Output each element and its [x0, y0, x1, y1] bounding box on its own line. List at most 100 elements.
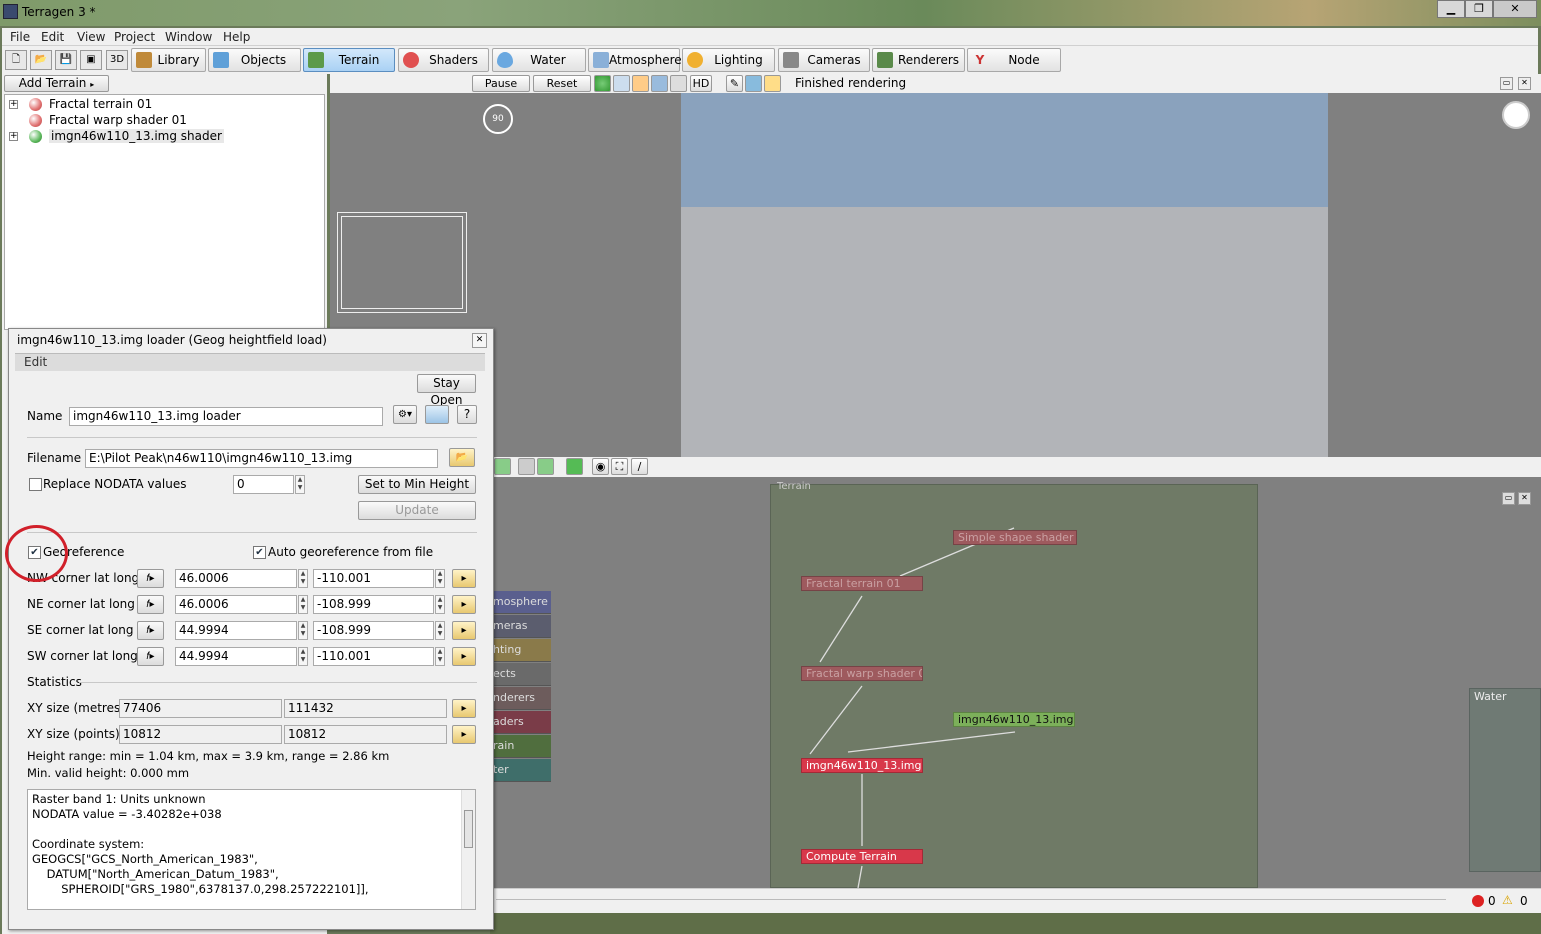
replace-nodata-checkbox[interactable] — [29, 478, 42, 491]
node-water-group[interactable]: Water — [1469, 688, 1541, 872]
maximize-button[interactable]: ❐ — [1465, 0, 1493, 18]
update-button[interactable]: Update — [358, 501, 476, 520]
se-lat-field[interactable]: 44.9994 — [175, 621, 297, 640]
node-img-shader[interactable]: imgn46w110_13.img s... — [801, 758, 923, 773]
3d-preview-icon[interactable]: 3D — [106, 50, 128, 70]
nw-lat-field[interactable]: 46.0006 — [175, 569, 297, 588]
sw-long-spinner[interactable]: ▲ ▼ — [435, 647, 445, 666]
brush-icon[interactable]: ✎ — [726, 75, 743, 92]
tab-terrain[interactable]: Terrain — [303, 48, 395, 72]
info-scrollbar[interactable] — [461, 790, 475, 909]
paste-icon[interactable]: ▸ — [452, 647, 476, 666]
navigation-gizmo-icon[interactable] — [1502, 101, 1530, 129]
nw-long-field[interactable]: -110.001 — [313, 569, 434, 588]
ne-long-spinner[interactable]: ▲ ▼ — [435, 595, 445, 614]
set-min-height-button[interactable]: Set to Min Height — [358, 475, 476, 494]
preview-terrain-icon[interactable] — [494, 458, 511, 475]
xy-metres-y-field[interactable]: 111432 — [284, 699, 447, 718]
hd-button[interactable]: HD — [690, 75, 712, 92]
preview-camera-icon[interactable] — [518, 458, 535, 475]
copy-icon[interactable]: ▸ — [452, 699, 476, 718]
atmosphere-preview-icon[interactable] — [670, 75, 687, 92]
cloud-icon[interactable] — [613, 75, 630, 92]
xy-points-y-field[interactable]: 10812 — [284, 725, 447, 744]
close-window-button[interactable]: ✕ — [1493, 0, 1537, 18]
expression-icon[interactable]: 𝑓▸ — [137, 595, 164, 614]
paste-icon[interactable]: ▸ — [452, 569, 476, 588]
category-cameras[interactable]: meras — [490, 615, 551, 638]
category-shaders[interactable]: aders — [490, 711, 551, 734]
tree-item-fractal-warp[interactable]: Fractal warp shader 01 — [9, 113, 309, 129]
sw-lat-field[interactable]: 44.9994 — [175, 647, 297, 666]
node-fractal-terrain[interactable]: Fractal terrain 01 — [801, 576, 923, 591]
sw-lat-spinner[interactable]: ▲ ▼ — [298, 647, 308, 666]
refresh-icon[interactable] — [566, 458, 583, 475]
expression-icon[interactable]: 𝑓▸ — [137, 621, 164, 640]
eye-icon[interactable]: ◉ — [592, 458, 609, 475]
open-file-icon[interactable]: 📂 — [30, 50, 52, 70]
se-lat-spinner[interactable]: ▲ ▼ — [298, 621, 308, 640]
node-fractal-warp[interactable]: Fractal warp shader 01 — [801, 666, 923, 681]
settings-gear-icon[interactable]: ⚙▾ — [393, 405, 417, 424]
error-icon[interactable] — [1472, 895, 1484, 907]
tab-node-network[interactable]: YNode Network — [967, 48, 1061, 89]
menu-view[interactable]: View — [77, 30, 105, 44]
tab-lighting[interactable]: Lighting — [682, 48, 775, 72]
viewport-close-icon[interactable]: ✕ — [1518, 77, 1531, 90]
add-terrain-button[interactable]: Add Terrain ▸ — [4, 75, 109, 92]
raster-info-textbox[interactable]: Raster band 1: Units unknown NODATA valu… — [27, 789, 476, 910]
category-lighting[interactable]: hting — [490, 639, 551, 662]
node-img-loader[interactable]: imgn46w110_13.img l... — [953, 712, 1075, 727]
expand-icon[interactable]: + — [9, 100, 18, 109]
camera-compass-icon[interactable]: 90 — [483, 104, 513, 134]
tab-renderers[interactable]: Renderers — [872, 48, 965, 72]
expression-icon[interactable]: 𝑓▸ — [137, 647, 164, 666]
open-folder-icon[interactable]: 📂 — [449, 448, 475, 467]
category-objects[interactable]: ects — [490, 663, 551, 686]
new-file-icon[interactable]: 🗋 — [5, 50, 27, 70]
menu-window[interactable]: Window — [165, 30, 212, 44]
render-icon[interactable]: ▣ — [80, 50, 102, 70]
preview-render-icon[interactable] — [537, 458, 554, 475]
tab-library[interactable]: Library — [131, 48, 206, 72]
save-file-icon[interactable]: 💾 — [55, 50, 77, 70]
ne-lat-field[interactable]: 46.0006 — [175, 595, 297, 614]
node-simple-shape-shader[interactable]: Simple shape shader 01 — [953, 530, 1077, 545]
node-panel-close-icon[interactable]: ✕ — [1518, 492, 1531, 505]
node-compute-terrain[interactable]: Compute Terrain — [801, 849, 923, 864]
fit-view-icon[interactable]: ⛶ — [611, 458, 628, 475]
category-renderers[interactable]: nderers — [490, 687, 551, 710]
dialog-close-button[interactable]: ✕ — [472, 333, 487, 348]
category-atmosphere[interactable]: mosphere — [490, 591, 551, 614]
node-panel-float-icon[interactable]: ▭ — [1502, 492, 1515, 505]
viewport-float-icon[interactable]: ▭ — [1500, 77, 1513, 90]
se-long-spinner[interactable]: ▲ ▼ — [435, 621, 445, 640]
sun-preview-icon[interactable] — [632, 75, 649, 92]
sw-long-field[interactable]: -110.001 — [313, 647, 434, 666]
replace-nodata-field[interactable]: 0 — [233, 475, 294, 494]
se-long-field[interactable]: -108.999 — [313, 621, 434, 640]
warning-icon[interactable]: ⚠ — [1502, 893, 1513, 907]
menu-edit[interactable]: Edit — [41, 30, 64, 44]
stay-open-button[interactable]: Stay Open — [417, 374, 476, 407]
crop-frame[interactable] — [337, 212, 467, 313]
object-preview-icon[interactable] — [651, 75, 668, 92]
view-icon[interactable] — [425, 405, 449, 424]
xy-metres-x-field[interactable]: 77406 — [119, 699, 282, 718]
expand-icon[interactable]: + — [9, 132, 18, 141]
help-button[interactable]: ? — [457, 405, 477, 424]
filename-field[interactable]: E:\Pilot Peak\n46w110\imgn46w110_13.img — [85, 449, 438, 468]
nodata-spinner[interactable]: ▲ ▼ — [295, 475, 305, 494]
graph-icon[interactable]: ∕ — [631, 458, 648, 475]
tab-water[interactable]: Water — [492, 48, 586, 72]
menu-project[interactable]: Project — [114, 30, 155, 44]
select-icon[interactable] — [745, 75, 762, 92]
nw-long-spinner[interactable]: ▲ ▼ — [435, 569, 445, 588]
tab-cameras[interactable]: Cameras — [778, 48, 870, 72]
menu-file[interactable]: File — [10, 30, 30, 44]
category-terrain[interactable]: rain — [490, 735, 551, 758]
tab-objects[interactable]: Objects — [208, 48, 301, 72]
tab-shaders[interactable]: Shaders — [398, 48, 489, 72]
paste-icon[interactable]: ▸ — [452, 595, 476, 614]
tab-atmosphere[interactable]: Atmosphere — [588, 48, 682, 72]
